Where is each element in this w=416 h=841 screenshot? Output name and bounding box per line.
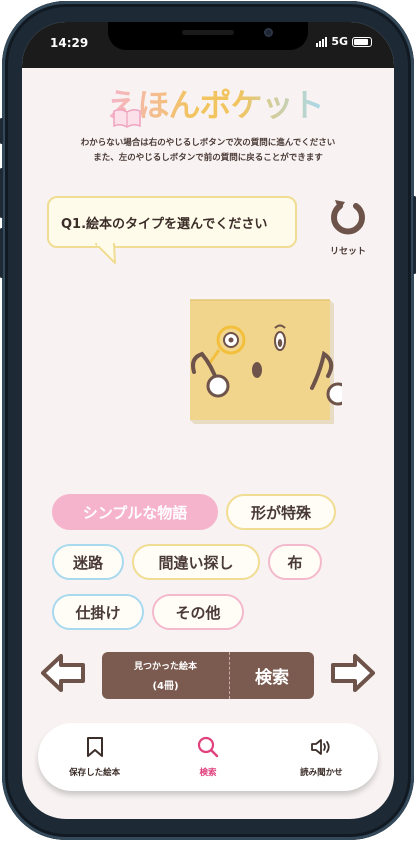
option-other[interactable]: その他 — [152, 594, 244, 630]
network-label: 5G — [331, 35, 348, 48]
status-bar: 14:29 5G — [22, 22, 394, 68]
volume-down-button — [0, 228, 3, 278]
speaker-icon — [311, 739, 330, 755]
status-time: 14:29 — [50, 36, 89, 50]
battery-icon — [352, 36, 372, 47]
instruction-line: また、左のやじるしボタンで前の質問に戻ることができます — [93, 153, 323, 163]
refresh-icon — [331, 200, 365, 235]
status-indicators: 5G — [316, 35, 372, 48]
option-special-shape[interactable]: 形が特殊 — [226, 494, 336, 530]
book-icon — [113, 108, 141, 128]
instruction-line: わからない場合は右のやじるしボタンで次の質問に進んでください — [80, 138, 336, 148]
app-logo: えほんポケット — [22, 80, 394, 130]
bubble-tail — [95, 243, 116, 264]
option-maze[interactable]: 迷路 — [52, 544, 124, 580]
found-books-count: 見つかった絵本 (4冊) — [102, 652, 230, 699]
reset-label: リセット — [329, 247, 366, 257]
prev-arrow-button[interactable] — [39, 652, 87, 694]
search-panel: 見つかった絵本 (4冊) 検索 — [102, 652, 314, 699]
next-arrow-button[interactable] — [329, 652, 377, 694]
reset-button[interactable]: リセット — [322, 198, 374, 257]
tab-label: 読み聞かせ — [300, 768, 343, 778]
question-text: Q1.絵本のタイプを選んでください — [61, 216, 268, 232]
tab-read-aloud[interactable]: 読み聞かせ — [265, 723, 378, 791]
search-button[interactable]: 検索 — [230, 652, 314, 699]
bottom-tab-bar: 保存した絵本 検索 読み聞かせ — [38, 723, 378, 791]
book-mascot-illustration — [190, 299, 342, 424]
tab-search[interactable]: 検索 — [151, 723, 264, 791]
notch — [108, 22, 308, 50]
option-cloth[interactable]: 布 — [268, 544, 322, 580]
found-label: 見つかった絵本 — [133, 662, 197, 672]
option-gimmick[interactable]: 仕掛け — [52, 594, 144, 630]
instructions: わからない場合は右のやじるしボタンで次の質問に進んでください また、左のやじるし… — [22, 136, 394, 166]
option-simple-story[interactable]: シンプルな物語 — [52, 494, 218, 530]
mute-switch — [0, 118, 3, 144]
tab-label: 検索 — [199, 768, 217, 778]
front-camera — [264, 28, 273, 37]
option-spot-difference[interactable]: 間違い探し — [132, 544, 260, 580]
tab-label: 保存した絵本 — [69, 768, 121, 778]
search-icon — [197, 736, 219, 758]
earpiece-speaker — [182, 30, 234, 35]
volume-up-button — [0, 168, 3, 218]
app-screen: 14:29 5G えほんポケット わからない場合は右のやじるしボタンで次の質問に… — [22, 22, 394, 819]
signal-icon — [316, 36, 328, 47]
question-bubble: Q1.絵本のタイプを選んでください — [47, 196, 297, 248]
bookmark-icon — [86, 737, 103, 757]
found-count: (4冊) — [152, 681, 179, 692]
tab-saved-books[interactable]: 保存した絵本 — [38, 723, 151, 791]
option-chips: シンプルな物語 形が特殊 迷路 間違い探し 布 仕掛け その他 — [52, 494, 372, 644]
